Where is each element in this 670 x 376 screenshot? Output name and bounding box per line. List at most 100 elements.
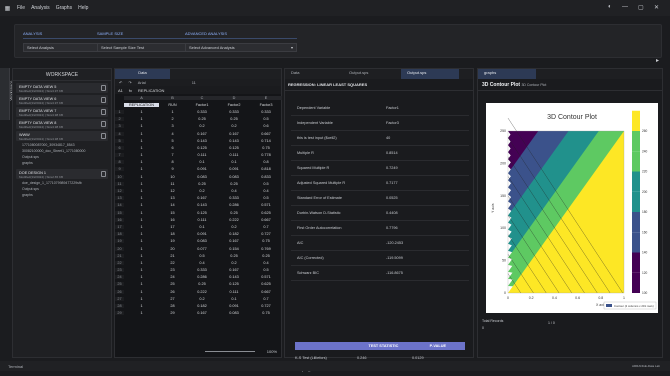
trash-icon[interactable] xyxy=(101,121,106,127)
cell[interactable]: 0.143 xyxy=(186,139,218,143)
cell[interactable]: 19 xyxy=(159,239,186,243)
cell[interactable]: 0.333 xyxy=(186,110,218,114)
cell[interactable]: 1 xyxy=(124,218,159,222)
tab-output[interactable]: Output.sps xyxy=(343,69,401,79)
cell[interactable]: 1 xyxy=(124,139,159,143)
trash-icon[interactable] xyxy=(101,133,106,139)
cell[interactable]: 0.571 xyxy=(250,275,282,279)
cell[interactable]: 20 xyxy=(115,246,124,251)
cell[interactable]: 0.1 xyxy=(218,297,250,301)
font-select[interactable]: Arial xyxy=(138,80,146,85)
cell[interactable]: Factor2 xyxy=(218,103,250,107)
cell[interactable]: 13 xyxy=(159,196,186,200)
cell[interactable]: 1 xyxy=(124,211,159,215)
cell[interactable]: 0.727 xyxy=(250,232,282,236)
cell[interactable]: 0.111 xyxy=(186,153,218,157)
cell[interactable]: 14 xyxy=(159,203,186,207)
tab-output[interactable]: Data xyxy=(285,69,343,79)
tab-output[interactable]: Output.sps xyxy=(401,69,459,79)
cell[interactable]: 1 xyxy=(124,225,159,229)
cell[interactable]: 0.5 xyxy=(250,182,282,186)
cell[interactable]: 0.125 xyxy=(218,282,250,286)
cell[interactable]: 0.083 xyxy=(186,175,218,179)
cell[interactable]: 1 xyxy=(124,254,159,258)
cell[interactable]: 13 xyxy=(115,196,124,201)
cell[interactable]: 1 xyxy=(124,175,159,179)
cell[interactable]: 1 xyxy=(124,297,159,301)
trash-icon[interactable] xyxy=(101,85,106,91)
cell[interactable]: 8 xyxy=(115,160,124,165)
cell[interactable]: 0.667 xyxy=(250,132,282,136)
cell[interactable]: 0.4 xyxy=(250,261,282,265)
cell[interactable]: 0.25 xyxy=(218,254,250,258)
cell[interactable]: 0.167 xyxy=(186,311,218,315)
cell[interactable]: 0.5 xyxy=(250,268,282,272)
cell[interactable]: 5 xyxy=(159,139,186,143)
cell[interactable]: 7 xyxy=(115,153,124,158)
cell[interactable]: 0.5 xyxy=(186,254,218,258)
cell[interactable]: 0.111 xyxy=(218,290,250,294)
cell[interactable]: 1 xyxy=(124,275,159,279)
cell[interactable]: 8 xyxy=(159,160,186,164)
cell[interactable]: 1 xyxy=(124,110,159,114)
cell[interactable]: 20 xyxy=(159,247,186,251)
cell[interactable]: 0.333 xyxy=(250,110,282,114)
cell[interactable]: 0.2 xyxy=(186,297,218,301)
cell[interactable]: 0.091 xyxy=(186,167,218,171)
cell[interactable]: 0.333 xyxy=(186,268,218,272)
advanced-analysis-select[interactable]: Select Advanced Analysis ▾ xyxy=(185,43,297,52)
cell[interactable]: 1 xyxy=(124,167,159,171)
cell[interactable]: 0.167 xyxy=(218,239,250,243)
cell[interactable]: 23 xyxy=(159,268,186,272)
cell[interactable]: 22 xyxy=(115,260,124,265)
cell[interactable]: 1 xyxy=(124,239,159,243)
cell[interactable]: 0.625 xyxy=(250,211,282,215)
cell[interactable]: 2 xyxy=(115,117,124,122)
cell[interactable]: 0.077 xyxy=(186,247,218,251)
cell[interactable]: 3 xyxy=(115,124,124,129)
close-icon[interactable]: ✕ xyxy=(654,4,659,11)
cell[interactable]: 0.25 xyxy=(218,211,250,215)
cell[interactable]: 0.182 xyxy=(186,304,218,308)
cell[interactable]: 0.091 xyxy=(218,304,250,308)
cell[interactable]: 0.818 xyxy=(250,167,282,171)
trash-icon[interactable] xyxy=(101,109,106,115)
cell[interactable]: 28 xyxy=(159,304,186,308)
cell[interactable]: 0.2 xyxy=(218,261,250,265)
cell[interactable]: 0.667 xyxy=(250,218,282,222)
cell[interactable]: 2 xyxy=(159,117,186,121)
cell[interactable]: 0.143 xyxy=(218,139,250,143)
undo-icon[interactable]: ↶ xyxy=(119,80,122,85)
cell[interactable]: 14 xyxy=(115,203,124,208)
workspace-subitem[interactable]: graphs xyxy=(22,161,111,167)
cell[interactable]: 11 xyxy=(159,182,186,186)
cell[interactable]: 1 xyxy=(124,290,159,294)
cell[interactable]: 0.333 xyxy=(218,110,250,114)
cell[interactable]: 11 xyxy=(115,181,124,186)
cell[interactable]: 1 xyxy=(124,268,159,272)
cell[interactable]: 12 xyxy=(159,189,186,193)
spreadsheet-grid[interactable]: A B C D E REPLICATION RUN Factor1 Factor2 Factor3… xyxy=(115,94,283,317)
cell[interactable]: 26 xyxy=(159,290,186,294)
cell[interactable]: 1 xyxy=(124,153,159,157)
terminal-label[interactable]: Terminal xyxy=(8,364,23,369)
formula-input[interactable]: REPLICATION xyxy=(138,88,164,93)
menu-analysis[interactable]: Analysis xyxy=(31,5,50,11)
cell[interactable]: 21 xyxy=(115,253,124,258)
collapse-icon[interactable]: ▸ xyxy=(656,57,659,64)
cell[interactable]: 29 xyxy=(115,311,124,316)
cell[interactable]: 0.7 xyxy=(250,225,282,229)
workspace-item[interactable]: EMPTY DATA VIEW 5 Modified(3/2/2024) | Si… xyxy=(16,83,108,93)
menu-help[interactable]: Help xyxy=(78,5,88,11)
cell[interactable]: 0.286 xyxy=(186,275,218,279)
cell[interactable]: 6 xyxy=(115,145,124,150)
cell[interactable]: 0.2 xyxy=(218,124,250,128)
redo-icon[interactable]: ↷ xyxy=(128,80,131,85)
cell[interactable]: 0.167 xyxy=(218,268,250,272)
cell[interactable]: C xyxy=(186,95,218,100)
cell[interactable]: 0.714 xyxy=(250,139,282,143)
cell[interactable]: 1 xyxy=(124,247,159,251)
cell[interactable]: 0.25 xyxy=(250,254,282,258)
cell[interactable]: 0.4 xyxy=(186,261,218,265)
cell[interactable]: 0.769 xyxy=(250,247,282,251)
